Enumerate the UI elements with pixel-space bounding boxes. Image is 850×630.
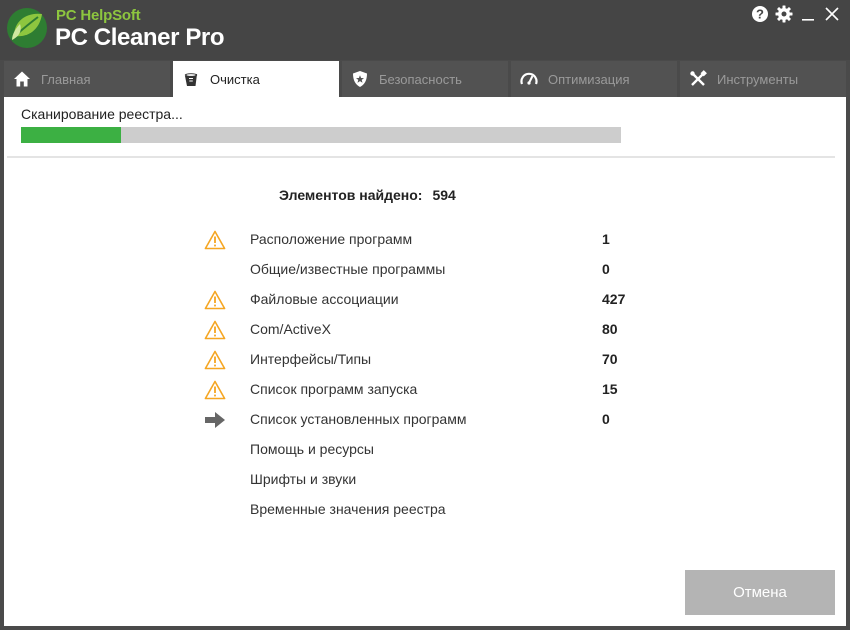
scan-row-file-associations: Файловые ассоциации 427 <box>202 287 642 313</box>
tab-tools[interactable]: Инструменты <box>680 61 846 97</box>
title-bar: PC HelpSoft PC Cleaner Pro ? <box>0 0 850 60</box>
warning-icon <box>202 287 228 313</box>
app-title: PC Cleaner Pro <box>55 24 225 51</box>
tab-cleaner[interactable]: Очистка <box>173 61 339 97</box>
tab-tools-label: Инструменты <box>717 71 799 87</box>
scan-row-com-activex: Com/ActiveX 80 <box>202 317 642 343</box>
scan-row-fonts-sounds: Шрифты и звуки <box>202 467 642 493</box>
leaf-logo-icon <box>6 6 48 50</box>
tab-cleaner-label: Очистка <box>210 71 260 87</box>
tab-optimization[interactable]: Оптимизация <box>511 61 677 97</box>
scan-progress-bar <box>21 127 621 143</box>
scan-row-temp-registry: Временные значения реестра <box>202 497 642 523</box>
scan-row-count: 0 <box>602 261 610 277</box>
scan-row-label: Com/ActiveX <box>250 321 331 337</box>
divider <box>7 156 835 158</box>
window-controls: ? <box>750 4 842 24</box>
scan-row-count: 1 <box>602 231 610 247</box>
svg-text:?: ? <box>756 7 764 22</box>
scan-row-count: 70 <box>602 351 618 367</box>
scan-row-label: Шрифты и звуки <box>250 471 357 487</box>
minimize-icon[interactable] <box>798 4 818 24</box>
scan-row-label: Список установленных программ <box>250 411 467 427</box>
scan-row-label: Помощь и ресурсы <box>250 441 374 457</box>
scan-row-label: Файловые ассоциации <box>250 291 399 307</box>
scan-row-installed-programs: Список установленных программ 0 <box>202 407 642 433</box>
tab-home[interactable]: Главная <box>4 61 170 97</box>
items-found-label: Элементов найдено: <box>279 187 423 203</box>
gauge-icon <box>519 69 539 89</box>
cleaner-panel: Сканирование реестра... Элементов найден… <box>4 97 846 626</box>
scan-row-count: 15 <box>602 381 618 397</box>
scan-row-count: 80 <box>602 321 618 337</box>
help-icon[interactable]: ? <box>750 4 770 24</box>
tab-home-label: Главная <box>41 71 91 87</box>
home-icon <box>12 69 32 89</box>
scan-row-shared-programs: Общие/известные программы 0 <box>202 257 642 283</box>
warning-icon <box>202 347 228 373</box>
items-found-count: 594 <box>432 187 456 203</box>
shield-icon <box>350 69 370 89</box>
scan-row-label: Список программ запуска <box>250 381 418 397</box>
tools-icon <box>688 69 708 89</box>
scan-row-program-locations: Расположение программ 1 <box>202 227 642 253</box>
settings-icon[interactable] <box>774 4 794 24</box>
scan-progress-fill <box>21 127 122 143</box>
tab-security[interactable]: Безопасность <box>342 61 508 97</box>
scan-row-interfaces-types: Интерфейсы/Типы 70 <box>202 347 642 373</box>
scan-row-count: 0 <box>602 411 610 427</box>
scan-status-text: Сканирование реестра... <box>21 106 183 122</box>
main-tabs: Главная Очистка Безопасность Оптимизация… <box>4 61 846 97</box>
cleaner-icon <box>181 69 201 89</box>
warning-icon <box>202 227 228 253</box>
brand-company: PC HelpSoft <box>56 7 141 24</box>
cancel-button[interactable]: Отмена <box>685 570 835 615</box>
scan-row-startup-programs: Список программ запуска 15 <box>202 377 642 403</box>
scan-row-label: Общие/известные программы <box>250 261 446 277</box>
scan-row-count: 427 <box>602 291 626 307</box>
scan-row-label: Расположение программ <box>250 231 413 247</box>
warning-icon <box>202 317 228 343</box>
arrow-right-icon <box>202 407 228 433</box>
tab-optimization-label: Оптимизация <box>548 71 630 87</box>
scan-row-label: Интерфейсы/Типы <box>250 351 372 367</box>
items-found-summary: Элементов найдено: 594 <box>279 187 456 203</box>
warning-icon <box>202 377 228 403</box>
close-icon[interactable] <box>822 4 842 24</box>
scan-row-help-resources: Помощь и ресурсы <box>202 437 642 463</box>
tab-security-label: Безопасность <box>379 71 462 87</box>
scan-row-label: Временные значения реестра <box>250 501 446 517</box>
app-window: PC HelpSoft PC Cleaner Pro ? Главная Очи… <box>0 0 850 630</box>
